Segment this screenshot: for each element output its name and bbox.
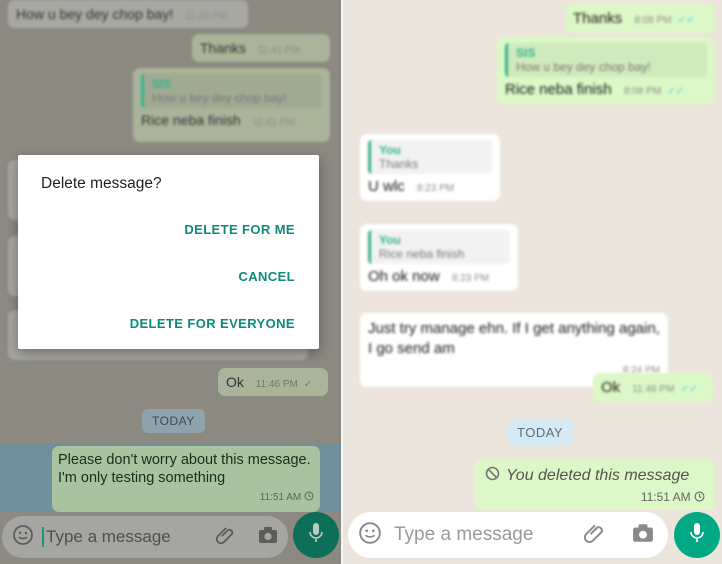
camera-icon[interactable] [258,526,278,549]
message-text: Rice neba finish [141,112,241,128]
message-text: Ok [226,374,244,390]
message-bubble[interactable]: Ok 11:46 PM ✓ [218,368,328,396]
quoted-message: SIS How u bey dey chop bay! [505,43,707,77]
mic-icon [308,522,324,549]
message-time: 11:41 PM [257,45,300,56]
message-text: How u bey dey chop bay! [16,6,174,22]
double-check-icon: ✓✓ [677,15,695,26]
double-check-icon: ✓✓ [680,384,698,395]
message-time: 8:23 PM [451,273,490,284]
quoted-author: You [379,233,401,247]
message-text: Thanks [200,40,246,56]
quoted-message: SIS How u bey dey chop bay! [141,74,322,108]
message-time: 8:23 PM [416,183,455,194]
message-time: 11:41 PM [252,117,295,128]
message-time: 11:51 AM [640,490,691,504]
cancel-button[interactable]: CANCEL [238,269,295,284]
right-screen: Thanks 8:08 PM ✓✓ SIS How u bey dey chop… [343,0,722,564]
quoted-text: Thanks [379,157,419,171]
quoted-text: How u bey dey chop bay! [516,60,651,74]
emoji-icon[interactable] [12,524,34,551]
message-input[interactable]: Type a message [46,527,216,547]
message-time: 11:51 AM [259,492,302,503]
message-input-bar: Type a message [2,516,288,558]
deleted-message-text: You deleted this message [506,467,690,484]
double-check-icon: ✓✓ [667,86,685,97]
attach-icon[interactable] [215,525,236,550]
message-time: 8:08 PM [623,86,662,97]
message-bubble-reply[interactable]: SIS How u bey dey chop bay! Rice neba fi… [133,68,330,142]
attach-icon[interactable] [583,522,606,549]
selected-message-bubble[interactable]: Please don't worry about this message. I… [52,446,320,512]
message-time: 11:46 PM [255,379,298,390]
message-bubble[interactable]: Ok 11:46 PM ✓✓ [593,373,713,402]
date-chip: TODAY [142,409,205,433]
quoted-text: Rice neba finish [379,247,465,261]
message-bubble[interactable]: How u bey dey chop bay! 11:40 PM [8,0,248,28]
clock-icon [694,490,705,504]
mic-icon [689,522,705,549]
message-text: Thanks [573,10,623,27]
message-bubble-reply[interactable]: You Thanks U wlc 8:23 PM [360,134,500,201]
delete-for-me-button[interactable]: DELETE FOR ME [184,222,295,237]
message-input[interactable]: Type a message [394,524,584,546]
quoted-author: SIS [516,46,536,60]
clock-icon [304,491,314,503]
message-time: 11:40 PM [185,11,228,22]
camera-icon[interactable] [632,523,654,548]
message-bubble-reply[interactable]: SIS How u bey dey chop bay! Rice neba fi… [497,37,715,104]
deleted-message-bubble[interactable]: You deleted this message 11:51 AM [475,460,715,510]
message-bubble[interactable]: Thanks 11:41 PM [192,34,330,62]
double-check-icon: ✓ [303,379,313,390]
left-screen: How u bey dey chop bay! 11:40 PM Thanks … [0,0,343,564]
message-bubble-reply[interactable]: You Rice neba finish Oh ok now 8:23 PM [360,224,518,291]
message-text: U wlc [368,178,405,195]
message-time: 8:08 PM [634,15,672,26]
mic-button[interactable] [293,512,339,558]
message-text: Rice neba finish [505,81,612,98]
quoted-author: SIS [152,77,172,91]
message-text: Oh ok now [368,268,440,285]
delete-message-dialog: Delete message? DELETE FOR ME CANCEL DEL… [18,155,319,349]
delete-for-everyone-button[interactable]: DELETE FOR EVERYONE [130,316,295,331]
dialog-title: Delete message? [41,175,162,192]
emoji-icon[interactable] [358,521,382,550]
quoted-message: You Thanks [368,140,492,174]
quoted-author: You [379,143,401,157]
message-input-bar: Type a message [348,512,668,558]
mic-button[interactable] [674,512,720,558]
quoted-message: You Rice neba finish [368,230,510,264]
text-cursor [42,527,44,547]
blocked-icon [485,466,500,486]
message-text: Please don't worry about this message. I… [58,452,311,486]
message-bubble[interactable]: Thanks 8:08 PM ✓✓ [565,4,715,33]
message-time: 11:46 PM [632,384,675,395]
date-chip: TODAY [507,420,574,445]
message-text: Ok [601,379,621,396]
quoted-text: How u bey dey chop bay! [152,91,287,105]
message-text: Just try manage ehn. If I get anything a… [368,320,660,357]
